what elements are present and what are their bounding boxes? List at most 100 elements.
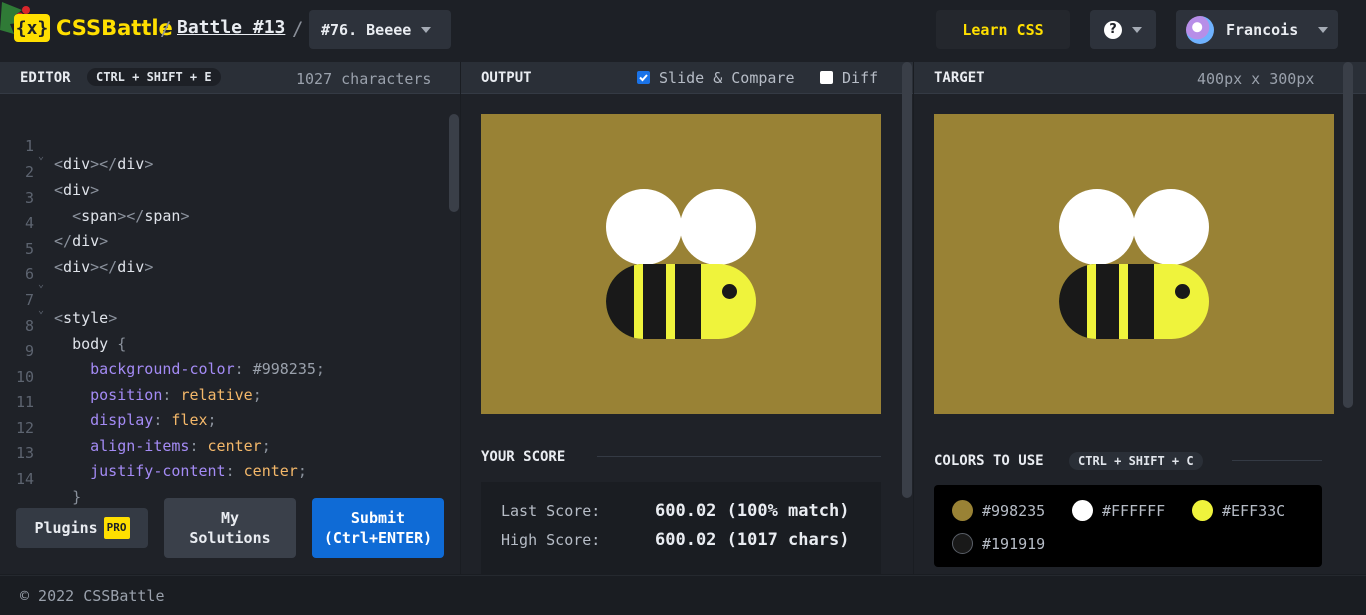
code-line: 7 ⌄ <style>: [24, 279, 118, 327]
code-line: 9 background-color: #998235;: [24, 342, 325, 378]
target-canvas: [934, 114, 1334, 414]
bee-wing-left: [1059, 189, 1135, 265]
submit-button[interactable]: Submit (Ctrl+ENTER): [312, 498, 444, 558]
slide-compare-label: Slide & Compare: [659, 69, 795, 87]
target-select-label: #76. Beeee: [321, 20, 412, 39]
code-line: 1 <div></div>: [24, 137, 154, 173]
bee-body: [1059, 264, 1209, 339]
bee-stripe: [666, 264, 675, 339]
code-line: 2 ⌄ <div>: [24, 151, 100, 199]
learn-css-button[interactable]: Learn CSS: [936, 10, 1070, 49]
output-title: OUTPUT: [481, 70, 532, 86]
code-line: 14 }: [15, 470, 82, 506]
color-swatch[interactable]: #FFFFFF: [1072, 500, 1165, 521]
fold-icon: ⌄: [38, 279, 45, 290]
editor-shortcut: CTRL + SHIFT + E: [87, 68, 221, 86]
chevron-down-icon: [421, 26, 432, 33]
user-name: Francois: [1226, 20, 1299, 39]
chevron-down-icon: [1132, 26, 1142, 33]
color-dot: [1192, 500, 1213, 521]
code-line: 8 ⌄ body {: [24, 305, 127, 353]
target-title: TARGET: [934, 70, 985, 86]
output-canvas[interactable]: [481, 114, 881, 414]
high-score-value: 600.02 (1017 chars): [655, 530, 850, 550]
my-solutions-label: My: [220, 509, 240, 527]
bee-eye: [722, 284, 737, 299]
plugins-label: Plugins: [34, 519, 98, 537]
bee-wing-left: [606, 189, 682, 265]
colors-title: COLORS TO USE: [934, 453, 1044, 469]
code-line: 3 <span></span>: [24, 189, 190, 225]
bee-body: [606, 264, 756, 339]
bee-stripe: [1087, 264, 1096, 339]
diff-toggle[interactable]: Diff: [820, 69, 878, 87]
target-header: TARGET 400px x 300px: [914, 62, 1366, 94]
color-swatch[interactable]: #191919: [952, 533, 1045, 554]
slide-compare-toggle[interactable]: Slide & Compare: [637, 69, 795, 87]
target-scrollbar[interactable]: [1343, 62, 1353, 408]
copyright-text: © 2022 CSSBattle: [20, 587, 165, 605]
fold-icon: ⌄: [38, 151, 45, 162]
checkbox-checked-icon[interactable]: [637, 71, 650, 84]
color-label: #191919: [982, 534, 1046, 553]
help-icon: ?: [1104, 20, 1122, 39]
footer: © 2022 CSSBattle: [0, 575, 1366, 615]
divider: [1232, 460, 1322, 461]
editor-scrollbar[interactable]: [449, 114, 459, 212]
code-line: 13 justify-content: center;: [15, 444, 307, 480]
pro-badge: PRO: [103, 517, 130, 539]
color-dot: [952, 533, 973, 554]
last-score-value: 600.02 (100% match): [655, 501, 850, 521]
my-solutions-label: Solutions: [189, 529, 271, 547]
chevron-down-icon: [1318, 26, 1328, 33]
bee-body-dark: [1059, 264, 1154, 339]
target-size: 400px x 300px: [1197, 70, 1315, 88]
color-dot: [952, 500, 973, 521]
editor-header: EDITOR CTRL + SHIFT + E 1027 characters: [0, 62, 460, 94]
colors-shortcut: CTRL + SHIFT + C: [1069, 452, 1203, 470]
diff-label: Diff: [842, 69, 879, 87]
bee-stripe: [1119, 264, 1128, 339]
score-box: Last Score: 600.02 (100% match) High Sco…: [481, 482, 881, 574]
divider: [597, 456, 881, 457]
plugins-button[interactable]: Plugins PRO: [16, 508, 148, 548]
breadcrumb-separator: /: [292, 18, 304, 40]
character-count: 1027 characters: [296, 70, 432, 88]
editor-title: EDITOR: [20, 70, 71, 86]
bee-stripe: [634, 264, 643, 339]
code-line: 10 position: relative;: [15, 368, 262, 404]
code-line: 6: [24, 265, 34, 283]
submit-shortcut: (Ctrl+ENTER): [323, 529, 433, 547]
target-select[interactable]: #76. Beeee: [309, 10, 451, 49]
bee-eye: [1175, 284, 1190, 299]
color-swatch[interactable]: #998235: [952, 500, 1045, 521]
color-swatch[interactable]: #EFF33C: [1192, 500, 1285, 521]
score-title: YOUR SCORE: [481, 449, 566, 465]
code-line: 5 <div></div>: [24, 240, 154, 276]
code-line: 4 </div>: [24, 214, 109, 250]
output-header: OUTPUT Slide & Compare Diff: [461, 62, 913, 94]
bee-wing-right: [1133, 189, 1209, 265]
color-label: #FFFFFF: [1102, 501, 1166, 520]
submit-label: Submit: [350, 509, 406, 527]
user-menu-button[interactable]: Francois: [1176, 10, 1338, 49]
logo-text: CSSBattle: [56, 16, 173, 40]
checkbox-unchecked-icon[interactable]: [820, 71, 833, 84]
logo[interactable]: {x} CSSBattle: [14, 14, 173, 42]
bee-body-dark: [606, 264, 701, 339]
battle-link[interactable]: Battle #13: [177, 17, 285, 38]
color-dot: [1072, 500, 1093, 521]
my-solutions-button[interactable]: My Solutions: [164, 498, 296, 558]
high-score-label: High Score:: [501, 531, 601, 549]
logo-mark: {x}: [14, 14, 50, 42]
colors-box: #998235 #FFFFFF #EFF33C #191919: [934, 485, 1322, 567]
color-label: #998235: [982, 501, 1046, 520]
help-menu-button[interactable]: ?: [1090, 10, 1156, 49]
panel-resize-scrollbar[interactable]: [902, 62, 912, 498]
breadcrumb-separator: /: [160, 18, 172, 40]
fold-icon: ⌄: [38, 305, 45, 316]
code-line: 12 align-items: center;: [15, 419, 271, 455]
last-score-label: Last Score:: [501, 502, 601, 520]
code-editor[interactable]: 1 <div></div> 2 ⌄ <div> 3 <span></span> 4…: [0, 94, 460, 574]
code-line: 11 display: flex;: [15, 393, 217, 429]
